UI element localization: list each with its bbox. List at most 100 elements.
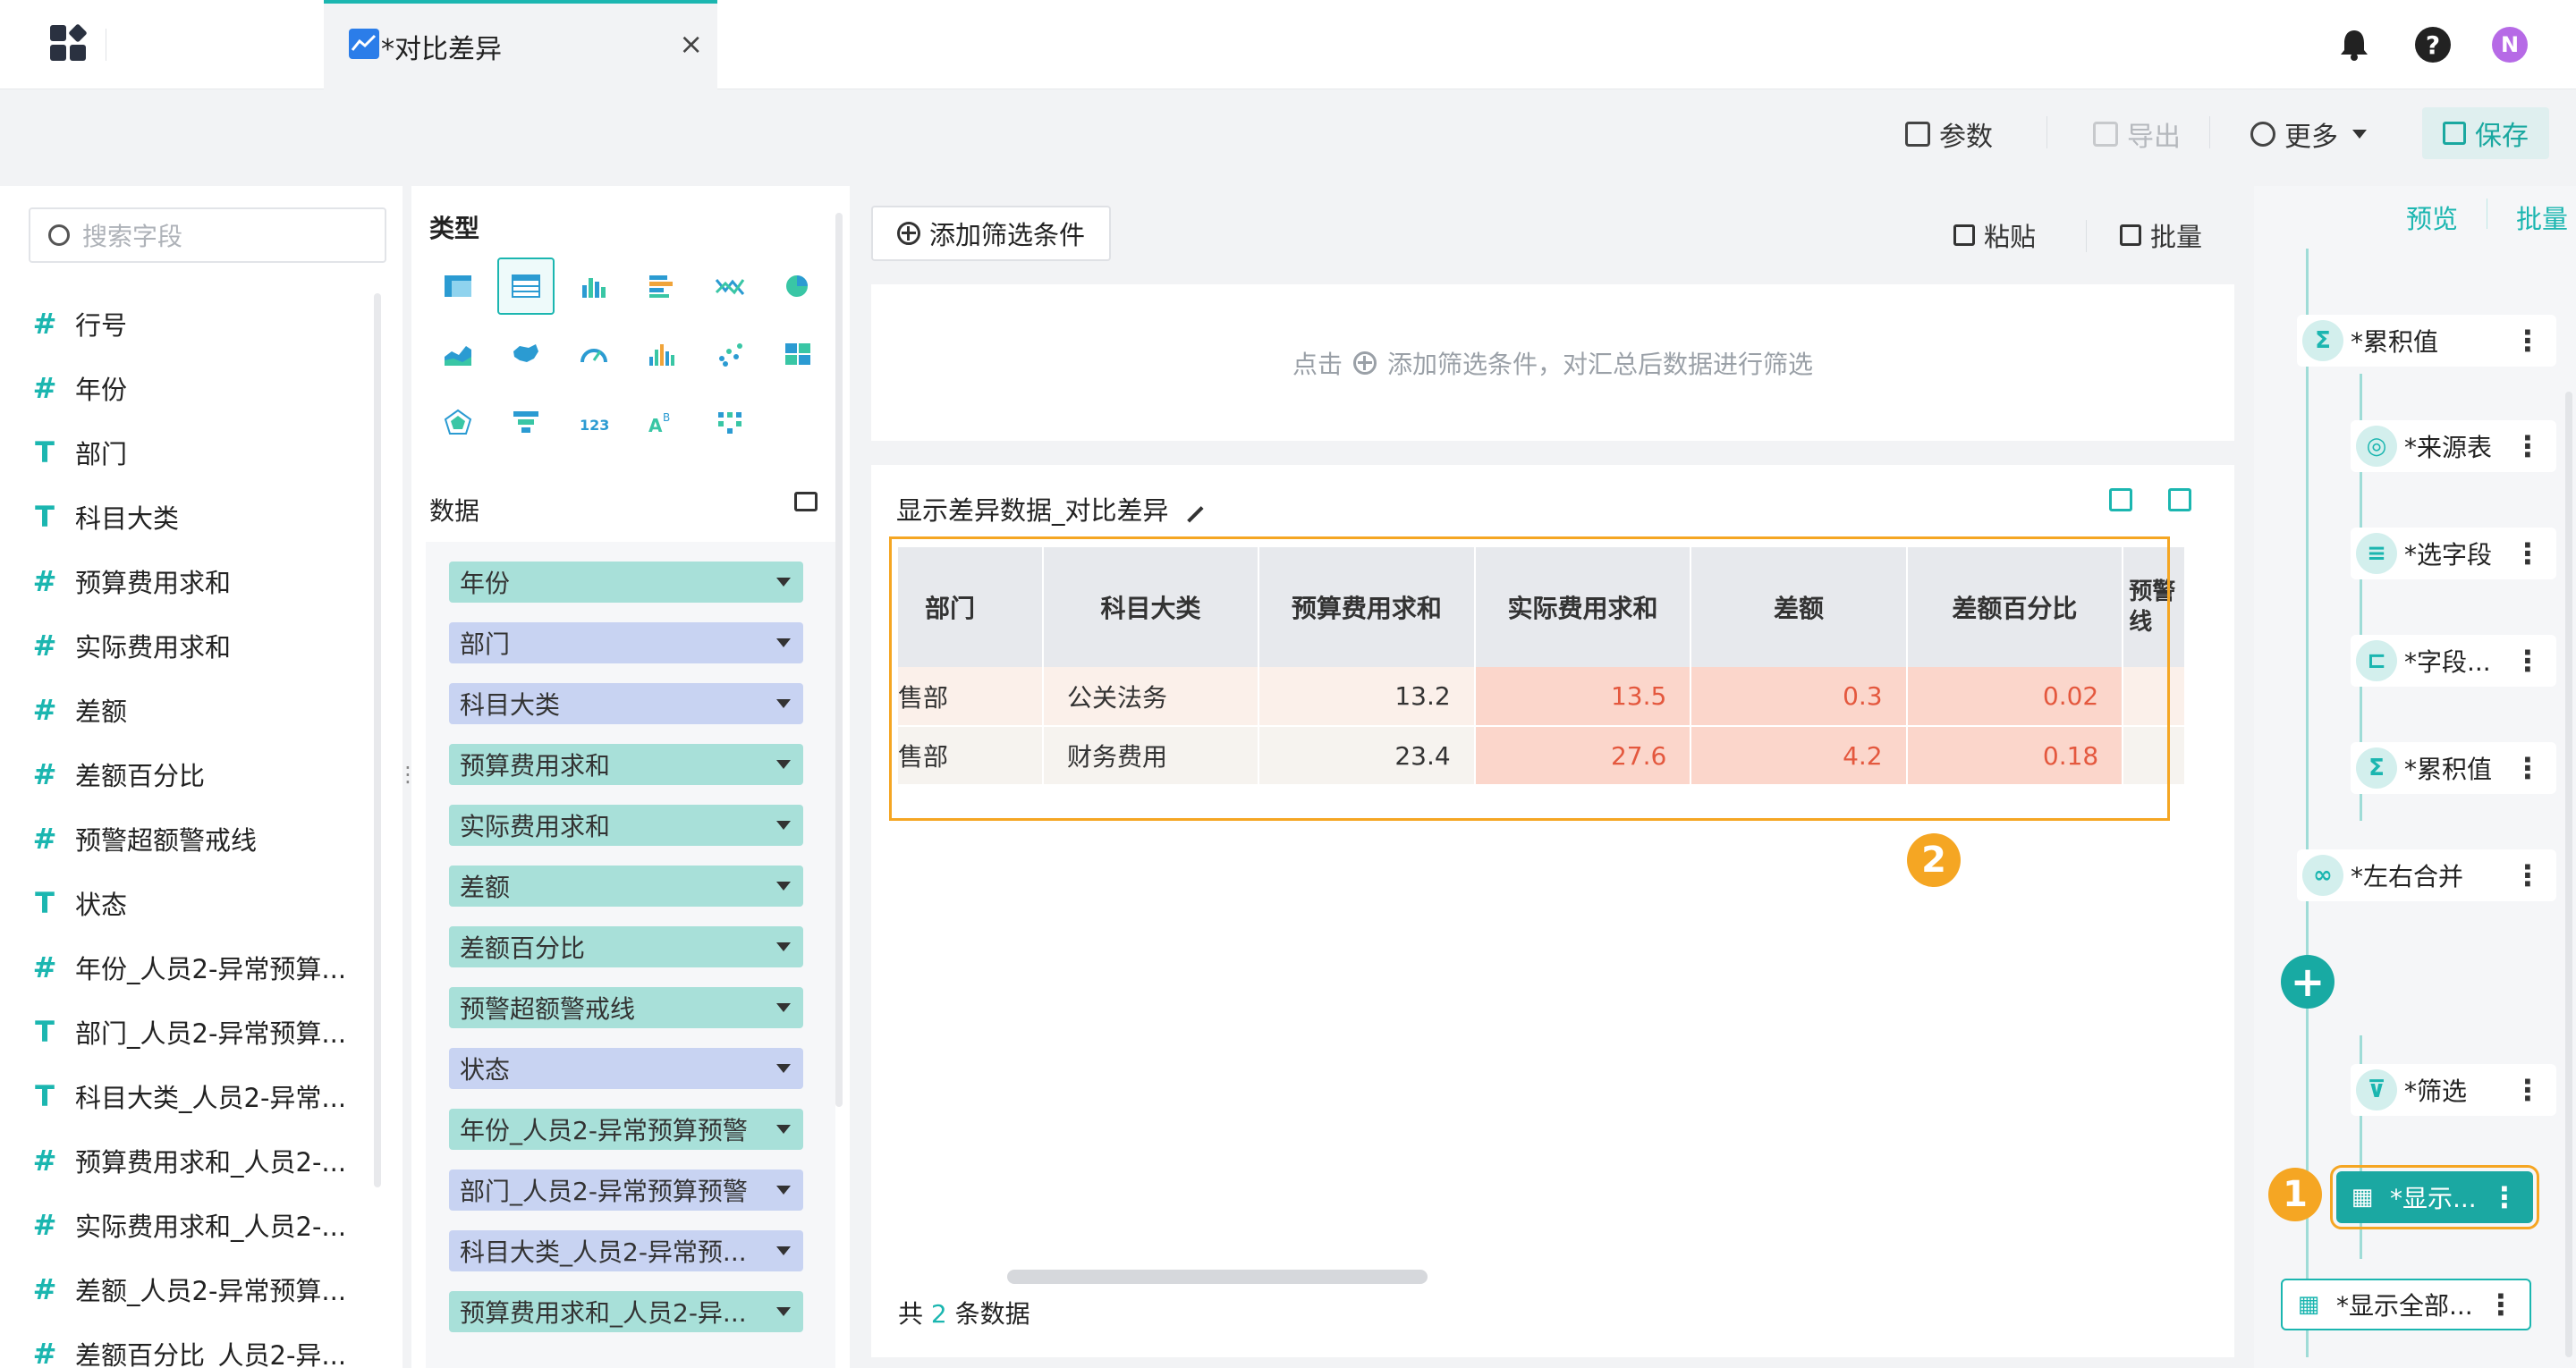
- field-item[interactable]: # 实际费用求和: [27, 613, 346, 678]
- flow-node[interactable]: ∞ *左右合并 ⋮: [2297, 849, 2556, 901]
- area-chart-type-icon[interactable]: [429, 325, 487, 383]
- more-options-icon[interactable]: ⋮: [2513, 324, 2542, 358]
- field-item[interactable]: # 年份_人员2-异常预算...: [27, 935, 346, 1000]
- more-options-icon[interactable]: ⋮: [2513, 536, 2542, 570]
- flow-node[interactable]: ⊽ *筛选 ⋮: [2351, 1064, 2556, 1116]
- caret-down-icon[interactable]: [776, 1125, 791, 1134]
- gauge-type-icon[interactable]: [565, 325, 623, 383]
- field-item[interactable]: # 差额_人员2-异常预算...: [27, 1257, 346, 1322]
- data-field-pill[interactable]: 差额: [449, 866, 803, 907]
- field-item[interactable]: # 预警超额警戒线: [27, 806, 346, 871]
- field-item[interactable]: T 科目大类: [27, 485, 346, 549]
- horizontal-bar-type-icon[interactable]: [633, 258, 691, 315]
- data-field-pill[interactable]: 状态: [449, 1048, 803, 1089]
- field-item[interactable]: T 状态: [27, 871, 346, 935]
- batch-button[interactable]: 批量: [2120, 216, 2202, 254]
- column-header[interactable]: 实际费用求和: [1474, 547, 1692, 667]
- caret-down-icon[interactable]: [776, 942, 791, 951]
- data-field-pill[interactable]: 部门_人员2-异常预算预警: [449, 1170, 803, 1211]
- edit-icon[interactable]: [1174, 494, 1204, 523]
- bar-chart-type-icon[interactable]: [565, 258, 623, 315]
- line-chart-type-icon[interactable]: [701, 258, 758, 315]
- field-item[interactable]: # 行号: [27, 291, 346, 356]
- flow-node[interactable]: ▦ *显示全部... ⋮: [2281, 1279, 2531, 1330]
- field-item[interactable]: # 年份: [27, 356, 346, 420]
- caret-down-icon[interactable]: [776, 882, 791, 891]
- more-options-icon[interactable]: ⋮: [2513, 1073, 2542, 1107]
- more-options-icon[interactable]: ⋮: [2513, 429, 2542, 463]
- horizontal-scrollbar[interactable]: [1007, 1270, 1428, 1284]
- params-button[interactable]: 参数: [1905, 113, 1993, 156]
- paste-button[interactable]: 粘贴: [1953, 216, 2036, 254]
- app-grid-icon[interactable]: [50, 23, 88, 61]
- add-node-button[interactable]: +: [2281, 955, 2334, 1009]
- dashboard-type-icon[interactable]: [769, 325, 826, 383]
- caret-down-icon[interactable]: [776, 1246, 791, 1255]
- matrix-type-icon[interactable]: [701, 393, 758, 451]
- caret-down-icon[interactable]: [776, 1003, 791, 1012]
- field-item[interactable]: # 实际费用求和_人员2-...: [27, 1193, 346, 1257]
- more-button[interactable]: 更多: [2250, 113, 2367, 156]
- field-item[interactable]: # 差额百分比_人员2-异...: [27, 1322, 346, 1368]
- data-field-pill[interactable]: 年份: [449, 562, 803, 603]
- caret-down-icon[interactable]: [776, 1307, 791, 1316]
- data-field-pill[interactable]: 科目大类_人员2-异常预...: [449, 1230, 803, 1271]
- number-card-type-icon[interactable]: 123: [565, 393, 623, 451]
- table-row[interactable]: 售部 财务费用 23.4 27.6 4.2 0.18: [898, 726, 2186, 786]
- table-type-icon[interactable]: [429, 258, 487, 315]
- flow-node[interactable]: ≡ *选字段 ⋮: [2351, 528, 2556, 579]
- expand-icon[interactable]: [2168, 488, 2191, 511]
- scrollbar[interactable]: [374, 293, 381, 1187]
- caret-down-icon[interactable]: [776, 1186, 791, 1195]
- data-field-pill[interactable]: 预算费用求和: [449, 744, 803, 785]
- detail-table-type-icon[interactable]: [497, 258, 555, 315]
- caret-down-icon[interactable]: [776, 760, 791, 769]
- caret-down-icon[interactable]: [776, 821, 791, 830]
- flow-node[interactable]: ▦ *显示... ⋮: [2330, 1165, 2539, 1229]
- column-header[interactable]: 部门: [898, 547, 1045, 667]
- caret-down-icon[interactable]: [776, 699, 791, 708]
- save-button[interactable]: 保存: [2422, 107, 2549, 159]
- more-options-icon[interactable]: ⋮: [2513, 858, 2542, 892]
- field-item[interactable]: T 部门: [27, 420, 346, 485]
- data-field-pill[interactable]: 年份_人员2-异常预算预警: [449, 1109, 803, 1150]
- more-options-icon[interactable]: ⋮: [2513, 644, 2542, 678]
- pie-chart-type-icon[interactable]: [769, 258, 826, 315]
- table-row[interactable]: 售部 公关法务 13.2 13.5 0.3 0.02: [898, 667, 2186, 727]
- avatar[interactable]: N: [2492, 27, 2528, 63]
- data-field-pill[interactable]: 预算费用求和_人员2-异...: [449, 1291, 803, 1332]
- batch-link[interactable]: 批量: [2516, 198, 2568, 236]
- column-header[interactable]: 预算费用求和: [1258, 547, 1476, 667]
- data-field-pill[interactable]: 科目大类: [449, 683, 803, 724]
- help-icon[interactable]: ?: [2415, 27, 2451, 63]
- field-item[interactable]: T 部门_人员2-异常预算...: [27, 1000, 346, 1064]
- search-field[interactable]: 搜索字段: [29, 207, 386, 263]
- map-type-icon[interactable]: [497, 325, 555, 383]
- flow-node[interactable]: Σ *累积值 ⋮: [2351, 742, 2556, 794]
- field-item[interactable]: # 预算费用求和: [27, 549, 346, 613]
- waterfall-type-icon[interactable]: [633, 325, 691, 383]
- filter-area[interactable]: 点击 添加筛选条件，对汇总后数据进行筛选: [871, 284, 2234, 441]
- text-type-icon[interactable]: AB: [633, 393, 691, 451]
- scrollbar[interactable]: [2565, 392, 2572, 1357]
- field-item[interactable]: T 科目大类_人员2-异常...: [27, 1064, 346, 1128]
- bell-icon[interactable]: [2336, 27, 2372, 63]
- add-filter-button[interactable]: 添加筛选条件: [871, 206, 1111, 261]
- data-field-pill[interactable]: 实际费用求和: [449, 805, 803, 846]
- funnel-type-icon[interactable]: [497, 393, 555, 451]
- more-options-icon[interactable]: ⋮: [2513, 751, 2542, 785]
- data-field-pill[interactable]: 差额百分比: [449, 926, 803, 967]
- column-header[interactable]: 预警线: [2123, 547, 2186, 667]
- flow-node[interactable]: ⊏ *字段... ⋮: [2351, 635, 2556, 687]
- radar-type-icon[interactable]: [429, 393, 487, 451]
- flow-node[interactable]: ◎ *来源表 ⋮: [2351, 420, 2556, 472]
- dataset-icon[interactable]: [794, 492, 818, 511]
- preview-link[interactable]: 预览: [2406, 198, 2458, 236]
- field-item[interactable]: # 预算费用求和_人员2-...: [27, 1128, 346, 1193]
- caret-down-icon[interactable]: [776, 638, 791, 647]
- scrollbar[interactable]: [835, 213, 843, 1107]
- more-options-icon[interactable]: ⋮: [2487, 1288, 2515, 1322]
- tab-active[interactable]: *对比差异 ×: [324, 0, 717, 89]
- sort-icon[interactable]: [2109, 488, 2132, 511]
- column-header[interactable]: 差额百分比: [1906, 547, 2124, 667]
